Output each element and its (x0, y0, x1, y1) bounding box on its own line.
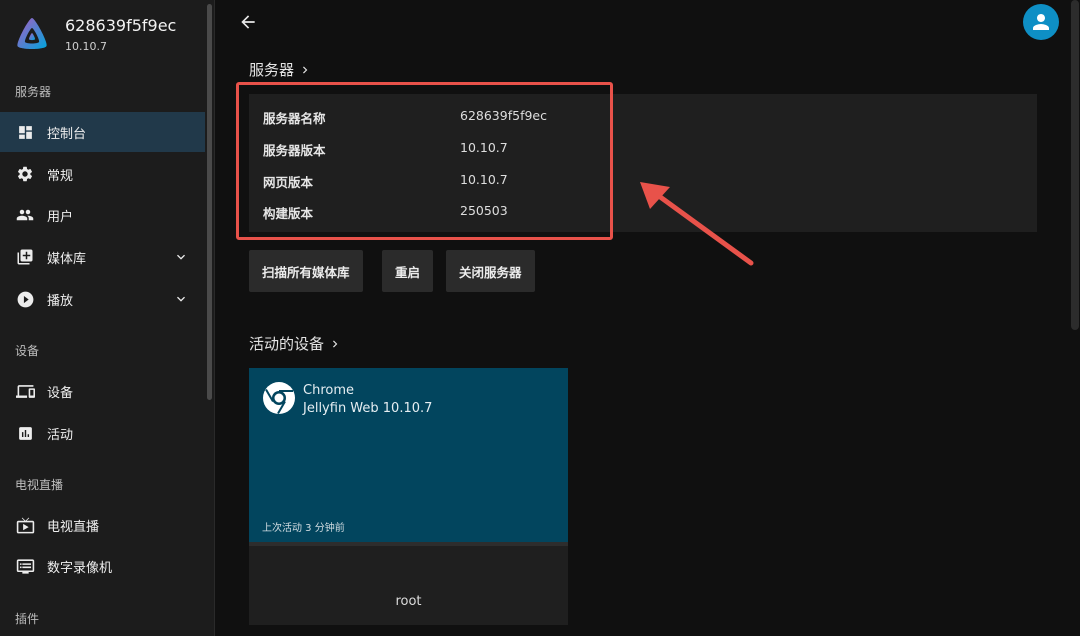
device-last-active: 上次活动 3 分钟前 (262, 523, 345, 534)
info-value: 10.10.7 (460, 172, 508, 187)
user-avatar-button[interactable] (1023, 4, 1059, 40)
server-section-title: 服务器 (249, 61, 295, 79)
info-value: 628639f5f9ec (460, 108, 547, 123)
server-section-heading[interactable]: 服务器 (249, 59, 312, 80)
sidebar: 628639f5f9ec 10.10.7 服务器 控制台 常规 用户 媒体库 播… (0, 0, 215, 636)
activity-chart-icon (15, 423, 35, 443)
device-user-name: root (395, 594, 422, 609)
scan-all-libraries-button[interactable]: 扫描所有媒体库 (249, 250, 363, 292)
chevron-down-icon[interactable] (173, 249, 189, 265)
library-add-icon (15, 247, 35, 267)
device-card[interactable]: Chrome Jellyfin Web 10.10.7 上次活动 3 分钟前 r… (249, 368, 568, 625)
server-version-subtitle: 10.10.7 (65, 40, 107, 53)
main-content: 服务器 服务器名称 628639f5f9ec 服务器版本 10.10.7 网页版… (216, 0, 1080, 636)
jellyfin-logo-icon (17, 18, 47, 49)
sidebar-scrollbar[interactable] (207, 4, 212, 400)
sidebar-item-activity[interactable]: 活动 (0, 413, 205, 453)
dashboard-icon (15, 122, 35, 142)
sidebar-item-label: 控制台 (47, 126, 87, 142)
shutdown-button[interactable]: 关闭服务器 (446, 250, 535, 292)
sidebar-item-label: 电视直播 (47, 519, 100, 535)
device-app-name: Chrome (303, 383, 354, 398)
dvr-icon (15, 556, 35, 576)
gear-icon (15, 164, 35, 184)
chevron-right-icon (303, 66, 308, 73)
sidebar-item-libraries[interactable]: 媒体库 (0, 237, 205, 277)
chrome-icon (263, 382, 295, 415)
info-key: 服务器版本 (263, 143, 326, 158)
chevron-right-icon (333, 340, 338, 347)
section-label-plugins: 插件 (15, 612, 40, 626)
devices-icon (15, 381, 35, 401)
device-card-footer: root (249, 546, 568, 625)
info-value: 250503 (460, 203, 508, 218)
sidebar-item-livetv[interactable]: 电视直播 (0, 505, 205, 545)
sidebar-item-label: 设备 (47, 385, 74, 401)
live-tv-icon (15, 515, 35, 535)
section-label-devices: 设备 (15, 344, 40, 358)
info-key: 服务器名称 (263, 111, 326, 126)
active-devices-title: 活动的设备 (249, 335, 325, 353)
sidebar-item-label: 媒体库 (47, 251, 87, 267)
device-card-header: Chrome Jellyfin Web 10.10.7 上次活动 3 分钟前 (249, 368, 568, 542)
info-key: 网页版本 (263, 175, 314, 190)
sidebar-item-users[interactable]: 用户 (0, 195, 205, 235)
sidebar-item-general[interactable]: 常规 (0, 154, 205, 194)
info-key: 构建版本 (263, 206, 314, 221)
device-client-name: Jellyfin Web 10.10.7 (303, 401, 433, 416)
sidebar-item-label: 活动 (47, 427, 74, 443)
sidebar-item-label: 用户 (47, 209, 74, 225)
section-label-server: 服务器 (15, 85, 52, 99)
sidebar-item-label: 常规 (47, 168, 74, 184)
active-devices-heading[interactable]: 活动的设备 (249, 333, 342, 354)
server-name-title: 628639f5f9ec (65, 16, 177, 35)
play-circle-icon (15, 289, 35, 309)
sidebar-item-dvr[interactable]: 数字录像机 (0, 546, 205, 586)
sidebar-item-label: 数字录像机 (47, 560, 113, 576)
sidebar-item-label: 播放 (47, 293, 74, 309)
sidebar-item-dashboard[interactable]: 控制台 (0, 112, 205, 152)
info-value: 10.10.7 (460, 140, 508, 155)
chevron-down-icon[interactable] (173, 291, 189, 307)
sidebar-item-devices[interactable]: 设备 (0, 371, 205, 411)
brand[interactable]: 628639f5f9ec 10.10.7 (14, 14, 204, 58)
back-arrow-icon[interactable] (238, 12, 258, 32)
restart-button[interactable]: 重启 (382, 250, 434, 292)
annotation-arrow-icon (640, 182, 754, 266)
sidebar-item-playback[interactable]: 播放 (0, 279, 205, 319)
account-icon (1033, 14, 1049, 30)
section-label-livetv: 电视直播 (15, 478, 64, 492)
main-scrollbar[interactable] (1071, 0, 1079, 330)
people-icon (15, 205, 35, 225)
